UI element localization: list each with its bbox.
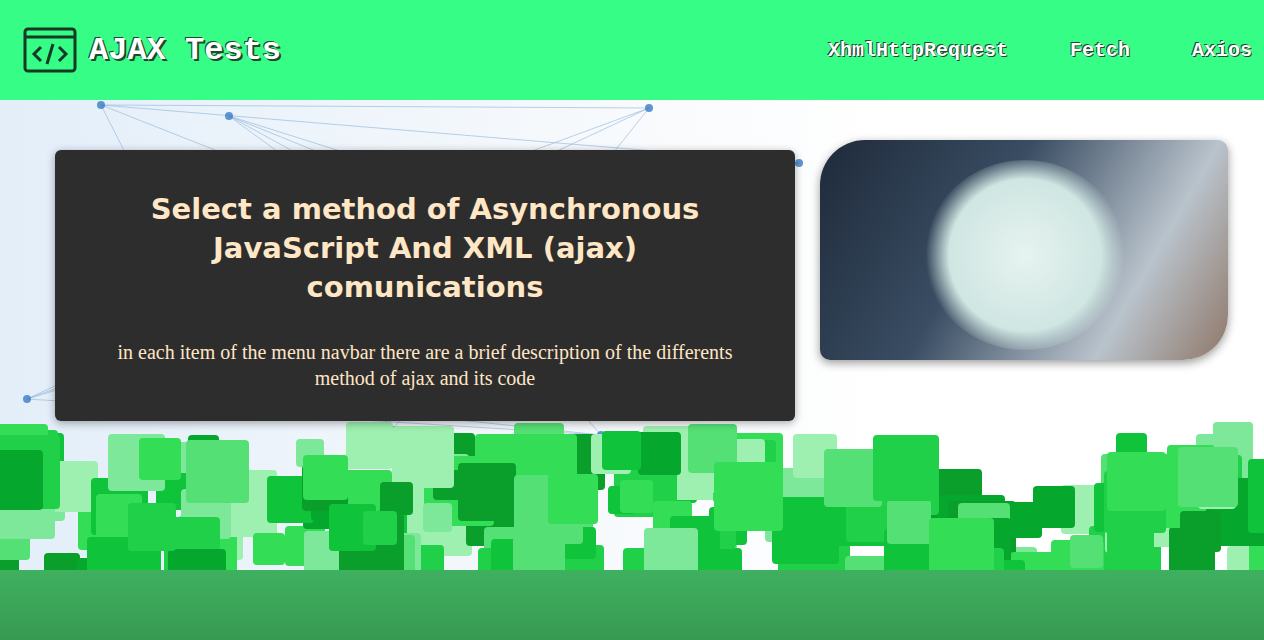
hero-description: in each item of the menu navbar there ar… [103, 339, 747, 391]
hero-image [820, 140, 1228, 360]
hero-title: Select a method of Asynchronous JavaScri… [103, 190, 747, 307]
nav-item[interactable]: Axios [1192, 39, 1252, 62]
header: AJAX Tests XhmlHttpRequest Fetch Axios [0, 0, 1264, 100]
ground [0, 570, 1264, 640]
page: AJAX Tests XhmlHttpRequest Fetch Axios Sel… [0, 0, 1264, 640]
main: Select a method of Asynchronous JavaScri… [0, 100, 1264, 640]
navbar: XhmlHttpRequest Fetch Axios [828, 39, 1252, 62]
brand[interactable]: AJAX Tests [23, 27, 281, 73]
code-window-icon [23, 27, 77, 73]
nav-item[interactable]: Fetch [1070, 39, 1130, 62]
logo-text: AJAX Tests [89, 32, 281, 69]
nav-item[interactable]: XhmlHttpRequest [828, 39, 1008, 62]
hero-card: Select a method of Asynchronous JavaScri… [55, 150, 795, 421]
